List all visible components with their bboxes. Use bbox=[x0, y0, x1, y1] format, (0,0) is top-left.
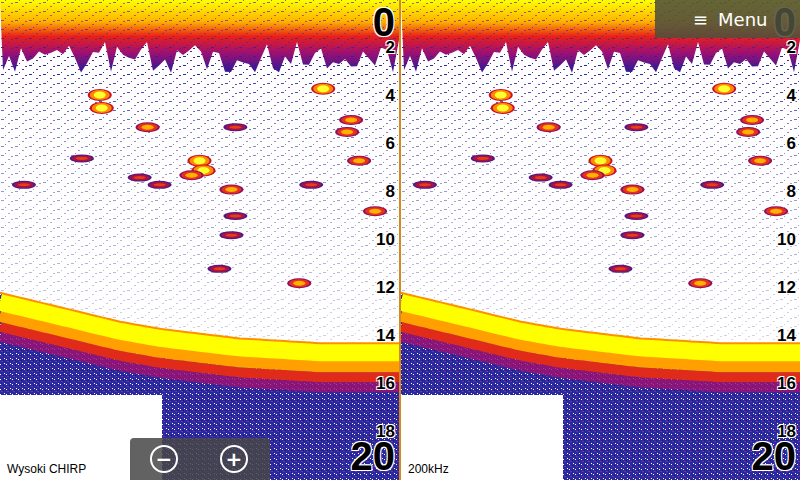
sea-bottom bbox=[401, 293, 800, 480]
fish-echo bbox=[688, 278, 712, 288]
fish-echo bbox=[620, 231, 644, 239]
fish-echo bbox=[128, 174, 152, 182]
fish-echo bbox=[740, 115, 764, 125]
fish-echo bbox=[363, 206, 387, 216]
zoom-in-button[interactable]: + bbox=[220, 445, 248, 473]
fish-echo bbox=[700, 181, 724, 189]
depth-tick: 4 bbox=[787, 87, 796, 104]
fish-echo bbox=[712, 83, 736, 95]
depth-tick: 16 bbox=[777, 375, 796, 392]
fish-echo bbox=[148, 181, 172, 189]
fish-echo bbox=[70, 154, 94, 162]
sonar-pane[interactable]: 0 24681012141618 20 Wysoki CHIRP − + bbox=[0, 0, 399, 480]
fish-echo bbox=[223, 123, 247, 131]
zoom-out-button[interactable]: − bbox=[150, 445, 178, 473]
depth-tick: 8 bbox=[386, 183, 395, 200]
fish-echo bbox=[90, 102, 114, 114]
depth-tick: 6 bbox=[787, 135, 796, 152]
frequency-label: 200kHz bbox=[401, 395, 563, 480]
fish-echo bbox=[537, 122, 561, 132]
fish-echo bbox=[207, 265, 231, 273]
fish-echo bbox=[335, 127, 359, 137]
sonar-screen: 0 24681012141618 20 Wysoki CHIRP − + 0 2… bbox=[0, 0, 800, 480]
depth-tick: 12 bbox=[777, 279, 796, 296]
depth-tick: 14 bbox=[376, 327, 395, 344]
fish-echo bbox=[287, 278, 311, 288]
depth-tick: 2 bbox=[386, 39, 395, 56]
fish-echo bbox=[491, 102, 515, 114]
fish-echo bbox=[581, 170, 605, 180]
depth-tick: 6 bbox=[386, 135, 395, 152]
menu-button[interactable]: ≡ Menu bbox=[655, 0, 800, 38]
depth-tick: 14 bbox=[777, 327, 796, 344]
sea-bottom bbox=[0, 293, 399, 480]
depth-tick: 16 bbox=[376, 375, 395, 392]
depth-tick: 10 bbox=[777, 231, 796, 248]
water-clutter bbox=[401, 40, 800, 340]
fish-echo bbox=[624, 212, 648, 220]
fish-echo bbox=[219, 185, 243, 195]
fish-echo bbox=[471, 154, 495, 162]
fish-echo bbox=[12, 181, 36, 189]
depth-tick: 4 bbox=[386, 87, 395, 104]
fish-echo bbox=[180, 170, 204, 180]
fish-echo bbox=[620, 185, 644, 195]
fish-echo bbox=[764, 206, 788, 216]
depth-top-label: 0 bbox=[373, 2, 395, 42]
fish-echo bbox=[529, 174, 553, 182]
fish-echo bbox=[219, 231, 243, 239]
sonar-pane[interactable]: 0 24681012141618 20 200kHz ≡ Menu bbox=[401, 0, 800, 480]
fish-echo bbox=[311, 83, 335, 95]
fish-echo bbox=[136, 122, 160, 132]
fish-echo bbox=[339, 115, 363, 125]
fish-echo bbox=[347, 156, 371, 166]
fish-echo bbox=[748, 156, 772, 166]
depth-bottom-label: 20 bbox=[351, 436, 396, 476]
zoom-controls: − + bbox=[130, 438, 270, 480]
fish-echo bbox=[624, 123, 648, 131]
menu-icon: ≡ bbox=[693, 9, 708, 30]
depth-scale: 0 24681012141618 20 bbox=[760, 0, 800, 480]
depth-tick: 12 bbox=[376, 279, 395, 296]
fish-echo bbox=[736, 127, 760, 137]
water-clutter bbox=[0, 40, 399, 340]
depth-tick: 2 bbox=[787, 39, 796, 56]
fish-echo bbox=[413, 181, 437, 189]
fish-echo bbox=[223, 212, 247, 220]
depth-scale: 0 24681012141618 20 bbox=[359, 0, 399, 480]
depth-tick: 10 bbox=[376, 231, 395, 248]
fish-echo bbox=[299, 181, 323, 189]
fish-echo bbox=[489, 89, 513, 101]
fish-echo bbox=[549, 181, 573, 189]
depth-tick: 8 bbox=[787, 183, 796, 200]
fish-echo bbox=[608, 265, 632, 273]
depth-bottom-label: 20 bbox=[752, 436, 797, 476]
fish-echo bbox=[88, 89, 112, 101]
